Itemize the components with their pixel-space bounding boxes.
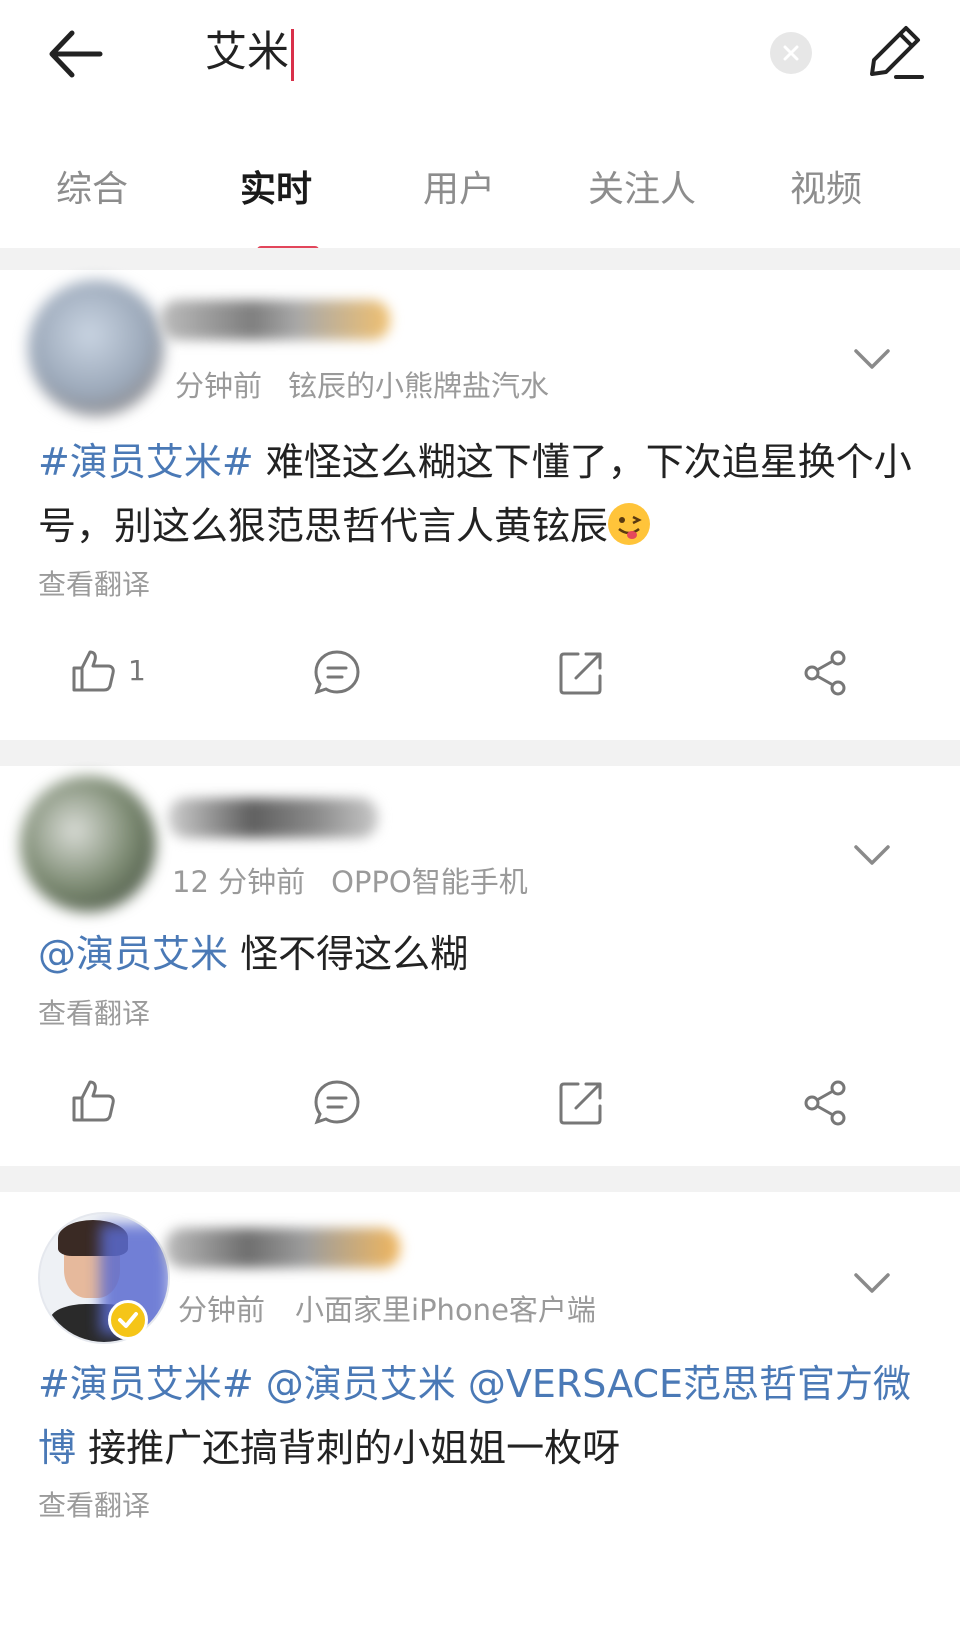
translate-link[interactable]: 查看翻译 (38, 994, 150, 1034)
translate-link[interactable]: 查看翻译 (38, 565, 150, 605)
tab-users[interactable]: 用户 (423, 160, 495, 220)
search-query: 艾米 (205, 27, 290, 76)
tab-comprehensive[interactable]: 综合 (56, 160, 128, 220)
divider (0, 740, 960, 766)
like-icon[interactable] (68, 1076, 118, 1126)
username-blurred[interactable] (165, 1228, 400, 1268)
post-meta: 12 分钟前 OPPO智能手机 (172, 862, 528, 902)
tab-realtime[interactable]: 实时 (240, 160, 312, 220)
close-icon (783, 45, 799, 61)
verified-check-icon (118, 1312, 138, 1328)
post-card: 分钟前 小面家里iPhone客户端 #演员艾米# @演员艾米 @VERSACE范思… (0, 1192, 960, 1642)
chevron-down-icon[interactable] (852, 1270, 892, 1296)
post-time: 分钟前 (175, 369, 263, 403)
mention-link[interactable]: @演员艾米 (38, 932, 228, 976)
divider (0, 248, 960, 270)
mention-link[interactable]: @演员艾米 (266, 1362, 456, 1406)
chevron-down-icon[interactable] (852, 346, 892, 372)
share-icon[interactable] (800, 648, 850, 698)
username-blurred[interactable] (160, 300, 390, 340)
avatar[interactable] (38, 1212, 170, 1344)
username-blurred[interactable] (168, 798, 378, 838)
post-text: #演员艾米# 难怪这么糊这下懂了，下次追星换个小号，别这么狠范思哲代言人黄铉辰 (38, 430, 928, 558)
post-card: 分钟前 铉辰的小熊牌盐汽水 #演员艾米# 难怪这么糊这下懂了，下次追星换个小号，别… (0, 270, 960, 740)
tab-video[interactable]: 视频 (790, 160, 862, 220)
divider (0, 1166, 960, 1192)
tab-following[interactable]: 关注人 (588, 160, 696, 220)
like-count: 1 (128, 654, 146, 687)
post-card: 12 分钟前 OPPO智能手机 @演员艾米 怪不得这么糊 查看翻译 (0, 766, 960, 1166)
post-meta: 分钟前 铉辰的小熊牌盐汽水 (175, 366, 549, 406)
post-time: 12 分钟前 (172, 865, 306, 899)
like-icon[interactable] (68, 646, 118, 696)
back-arrow-icon[interactable] (44, 24, 108, 84)
comment-icon[interactable] (312, 648, 362, 698)
winking-face-emoji (608, 503, 651, 545)
post-text: @演员艾米 怪不得这么糊 (38, 922, 928, 986)
post-body: 怪不得这么糊 (240, 932, 469, 976)
topic-link[interactable]: #演员艾米# (38, 440, 254, 484)
comment-icon[interactable] (312, 1078, 362, 1128)
pencil-icon[interactable] (866, 22, 926, 82)
text-caret (291, 28, 295, 81)
post-body: 接推广还搞背刺的小姐姐一枚呀 (88, 1426, 621, 1470)
post-source: OPPO智能手机 (331, 865, 528, 899)
repost-icon[interactable] (556, 648, 606, 698)
verified-badge (108, 1300, 148, 1340)
avatar[interactable] (28, 280, 164, 416)
repost-icon[interactable] (556, 1078, 606, 1128)
post-source: 小面家里iPhone客户端 (295, 1293, 596, 1327)
chevron-down-icon[interactable] (852, 842, 892, 868)
post-source: 铉辰的小熊牌盐汽水 (288, 369, 550, 403)
avatar[interactable] (20, 776, 156, 912)
post-text: #演员艾米# @演员艾米 @VERSACE范思哲官方微博 接推广还搞背刺的小姐姐… (38, 1352, 928, 1480)
share-icon[interactable] (800, 1078, 850, 1128)
clear-search-button[interactable] (770, 32, 812, 74)
post-meta: 分钟前 小面家里iPhone客户端 (178, 1290, 596, 1330)
search-input[interactable]: 艾米 (205, 24, 295, 81)
topic-link[interactable]: #演员艾米# (38, 1362, 254, 1406)
search-header: 艾米 综合 实时 用户 关注人 视频 (0, 0, 960, 255)
translate-link[interactable]: 查看翻译 (38, 1486, 150, 1526)
post-time: 分钟前 (178, 1293, 266, 1327)
